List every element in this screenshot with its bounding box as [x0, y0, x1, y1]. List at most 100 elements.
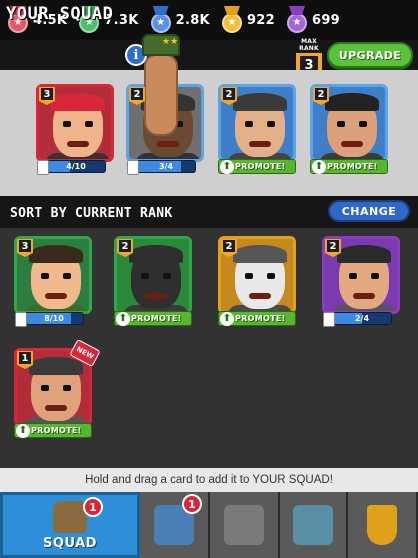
- purple-medal-value: 699: [311, 12, 341, 28]
- gold-medal-currency: ★ 922: [220, 0, 275, 40]
- unit-hair: [129, 245, 183, 263]
- upgrade-button[interactable]: UPGRADE: [327, 42, 413, 68]
- progress-text: 4/10: [66, 162, 86, 171]
- unit-card[interactable]: 1 ⬆ PROMOTE! NEW: [14, 338, 101, 438]
- blue-medal-value: 2.8K: [175, 12, 210, 28]
- unit-eyes: [337, 121, 367, 127]
- notification-badge: 1: [83, 497, 103, 517]
- squad-icon: [53, 501, 87, 533]
- trophies-icon: [367, 505, 397, 545]
- unit-mouth: [249, 141, 271, 147]
- arrow-up-icon: ⬆: [16, 424, 30, 438]
- arrow-up-icon: ⬆: [220, 312, 234, 326]
- unit-eyes: [41, 273, 71, 279]
- rank-value: 3: [19, 240, 31, 252]
- unit-mouth: [45, 405, 67, 411]
- unit-hair: [29, 357, 83, 375]
- card-count-icon: [15, 312, 27, 327]
- sort-title: SORT BY CURRENT RANK: [10, 206, 173, 221]
- blue-medal-icon: ★: [149, 6, 173, 34]
- card-progress-bar: 3/4: [136, 160, 196, 173]
- unit-mouth: [249, 293, 271, 299]
- hand-icon: [144, 54, 178, 136]
- unit-eyes: [41, 385, 71, 391]
- unit-mouth: [145, 293, 167, 299]
- unit-eyes: [245, 121, 275, 127]
- tab-base[interactable]: [210, 492, 280, 558]
- unit-card[interactable]: 2 ⬆ PROMOTE!: [218, 236, 296, 326]
- promote-button[interactable]: ⬆ PROMOTE!: [310, 159, 388, 174]
- unit-hair: [233, 93, 287, 111]
- unit-hair: [325, 93, 379, 111]
- card-progress-bar: 2/4: [332, 312, 392, 325]
- gold-medal-value: 922: [246, 12, 275, 28]
- unit-eyes: [245, 273, 275, 279]
- unit-card[interactable]: 3 8/10: [14, 236, 92, 327]
- progress-text: 3/4: [158, 162, 174, 171]
- unit-card[interactable]: 2 ⬆ PROMOTE!: [114, 236, 192, 326]
- tab-cards[interactable]: 1: [140, 492, 210, 558]
- promote-label: PROMOTE!: [235, 314, 286, 323]
- unit-hair: [51, 93, 105, 111]
- arrow-up-icon: ⬆: [116, 312, 130, 326]
- bottom-tab-bar: 1 SQUAD 1: [0, 492, 418, 558]
- progress-text: 8/10: [44, 314, 64, 323]
- unit-card[interactable]: 2 ⬆ PROMOTE!: [218, 84, 296, 174]
- squad-title: YOUR SQUAD: [6, 4, 114, 24]
- promote-button[interactable]: ⬆ PROMOTE!: [14, 423, 92, 438]
- unit-eyes: [63, 121, 93, 127]
- stars-icon: ★★: [162, 37, 179, 47]
- arrow-up-icon: ⬆: [312, 160, 326, 174]
- unit-eyes: [349, 273, 379, 279]
- rank-value: 2: [327, 240, 339, 252]
- rank-value: 2: [315, 88, 327, 100]
- promote-button[interactable]: ⬆ PROMOTE!: [218, 159, 296, 174]
- star-icon: ★: [292, 17, 302, 28]
- promote-label: PROMOTE!: [131, 314, 182, 323]
- unit-card[interactable]: 2 2/4: [322, 236, 400, 327]
- unit-card[interactable]: 3 4/10: [36, 84, 114, 175]
- star-icon: ★: [156, 17, 166, 28]
- rank-value: 2: [223, 240, 235, 252]
- max-rank-label: MAX RANK: [299, 38, 319, 52]
- rank-value: 1: [19, 352, 31, 364]
- promote-button[interactable]: ⬆ PROMOTE!: [114, 311, 192, 326]
- medal-disc: ★: [150, 13, 171, 33]
- unit-mouth: [45, 293, 67, 299]
- missions-icon: [293, 505, 333, 545]
- unit-eyes: [141, 273, 171, 279]
- progress-text: 2/4: [354, 314, 370, 323]
- notification-badge: 1: [182, 494, 202, 514]
- purple-medal-icon: ★: [285, 6, 309, 34]
- change-sort-button[interactable]: CHANGE: [328, 200, 410, 222]
- tab-squad[interactable]: 1 SQUAD: [0, 492, 140, 558]
- tab-label: SQUAD: [43, 536, 97, 551]
- unit-mouth: [341, 141, 363, 147]
- unit-hair: [29, 245, 83, 263]
- unit-mouth: [353, 293, 375, 299]
- drag-hint: Hold and drag a card to add it to YOUR S…: [0, 468, 418, 492]
- promote-label: PROMOTE!: [327, 162, 378, 171]
- tab-missions[interactable]: [280, 492, 348, 558]
- arrow-up-icon: ⬆: [220, 160, 234, 174]
- card-count-icon: [323, 312, 335, 327]
- card-progress-bar: 8/10: [24, 312, 84, 325]
- purple-medal-currency: ★ 699: [285, 0, 340, 40]
- unit-hair: [337, 245, 391, 263]
- star-icon: ★: [227, 17, 237, 28]
- gold-medal-icon: ★: [220, 6, 244, 34]
- medal-disc: ★: [286, 13, 307, 33]
- promote-label: PROMOTE!: [235, 162, 286, 171]
- unit-hair: [233, 245, 287, 263]
- rank-value: 3: [41, 88, 53, 100]
- rank-value: 2: [119, 240, 131, 252]
- promote-button[interactable]: ⬆ PROMOTE!: [218, 311, 296, 326]
- rank-value: 2: [131, 88, 143, 100]
- medal-disc: ★: [221, 13, 242, 33]
- tab-trophies[interactable]: [348, 492, 418, 558]
- card-progress-bar: 4/10: [46, 160, 106, 173]
- base-icon: [224, 505, 264, 545]
- unit-card[interactable]: 2 ⬆ PROMOTE!: [310, 84, 388, 174]
- card-count-icon: [37, 160, 49, 175]
- card-count-icon: [127, 160, 139, 175]
